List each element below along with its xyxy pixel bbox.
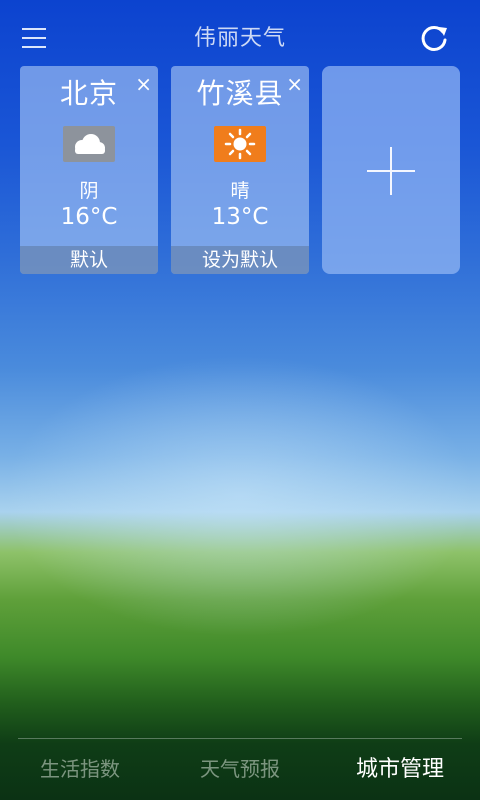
- bottom-nav: 生活指数 天气预报 城市管理: [0, 739, 480, 800]
- tab-city-management[interactable]: 城市管理: [320, 739, 480, 800]
- close-card-button[interactable]: ×: [135, 74, 152, 94]
- weather-app-screen: 伟丽天气 北京 × 阴 16°C 默认 竹溪县 × 晴 13°C 设为默认 生活…: [0, 0, 480, 800]
- default-status-label: 默认: [20, 246, 158, 274]
- sunny-icon: [214, 126, 266, 162]
- temperature: 13°C: [211, 204, 269, 230]
- refresh-icon[interactable]: [418, 22, 450, 54]
- tab-weather-forecast[interactable]: 天气预报: [160, 739, 320, 800]
- add-city-button[interactable]: [322, 66, 460, 274]
- cloudy-icon: [63, 126, 115, 162]
- set-default-button[interactable]: 设为默认: [171, 246, 309, 274]
- city-card-zhuxi[interactable]: 竹溪县 × 晴 13°C 设为默认: [171, 66, 309, 274]
- plus-icon: [390, 147, 392, 195]
- city-card-beijing[interactable]: 北京 × 阴 16°C 默认: [20, 66, 158, 274]
- app-title: 伟丽天气: [193, 26, 286, 51]
- weather-condition: 晴: [230, 180, 250, 202]
- close-card-button[interactable]: ×: [286, 74, 303, 94]
- weather-condition: 阴: [79, 180, 99, 202]
- tab-life-index[interactable]: 生活指数: [0, 739, 160, 800]
- app-header: 伟丽天气: [0, 0, 480, 72]
- temperature: 16°C: [60, 204, 118, 230]
